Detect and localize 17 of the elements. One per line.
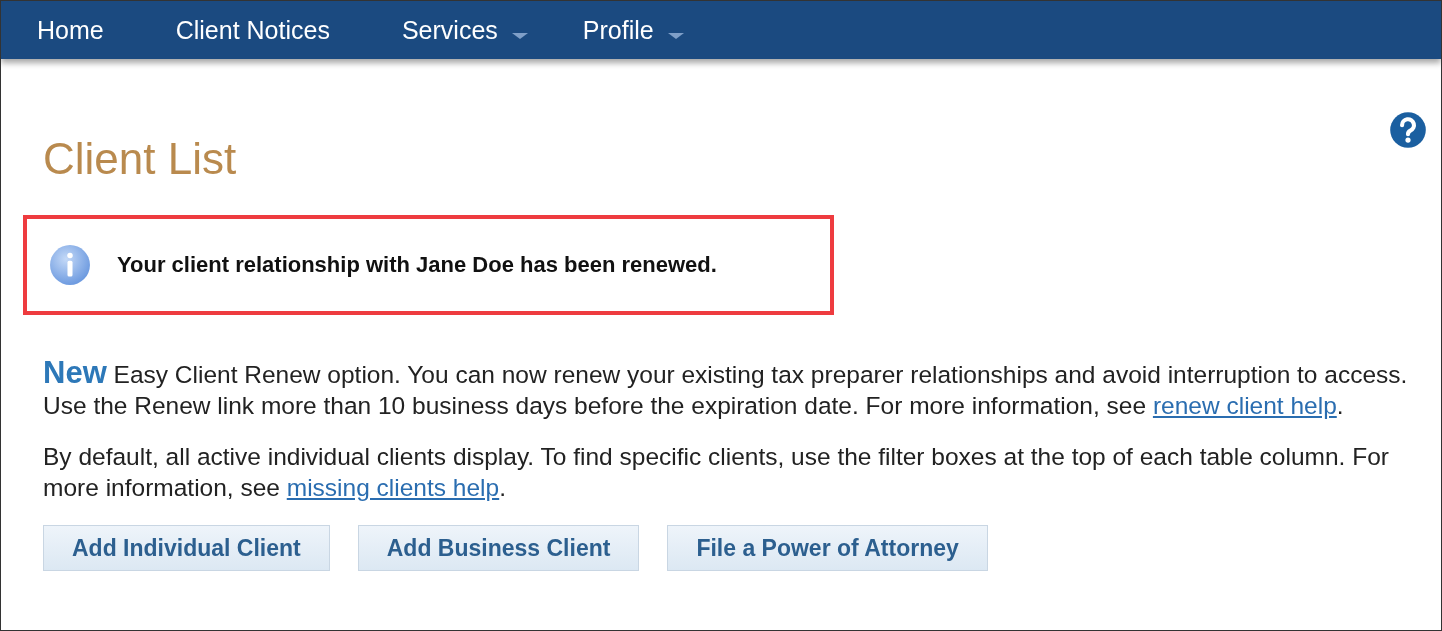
action-button[interactable]: Add Business Client bbox=[357, 525, 640, 571]
page-title: Client List bbox=[43, 133, 237, 185]
alert-message: Your client relationship with Jane Doe has been renewed. bbox=[117, 252, 717, 278]
nav-item[interactable]: Profile bbox=[582, 15, 684, 45]
help-icon[interactable] bbox=[1389, 111, 1427, 149]
help-link[interactable]: renew client help bbox=[1152, 392, 1337, 419]
info-paragraph: By default, all active individual clients display. To find specific clients, use the filter boxes at the top of each table column. For more information, see missing clients help. bbox=[43, 442, 1390, 503]
action-button[interactable]: Add Individual Client bbox=[43, 525, 330, 571]
caret-icon bbox=[511, 31, 528, 39]
nav-item[interactable]: Home bbox=[37, 15, 104, 45]
info-icon bbox=[49, 244, 91, 286]
help-link[interactable]: missing clients help bbox=[286, 474, 500, 501]
info-paragraph: New Easy Client Renew option. You can now renew your existing tax preparer relationships and avoid interruption to access. Use the Renew link more than 10 business days before the expiration date. For more information, see renew client help. bbox=[43, 357, 1409, 421]
nav-item[interactable]: Client Notices bbox=[175, 15, 330, 45]
nav-item[interactable]: Services bbox=[401, 15, 528, 45]
caret-icon bbox=[667, 31, 684, 39]
action-button[interactable]: File a Power of Attorney bbox=[667, 525, 988, 571]
